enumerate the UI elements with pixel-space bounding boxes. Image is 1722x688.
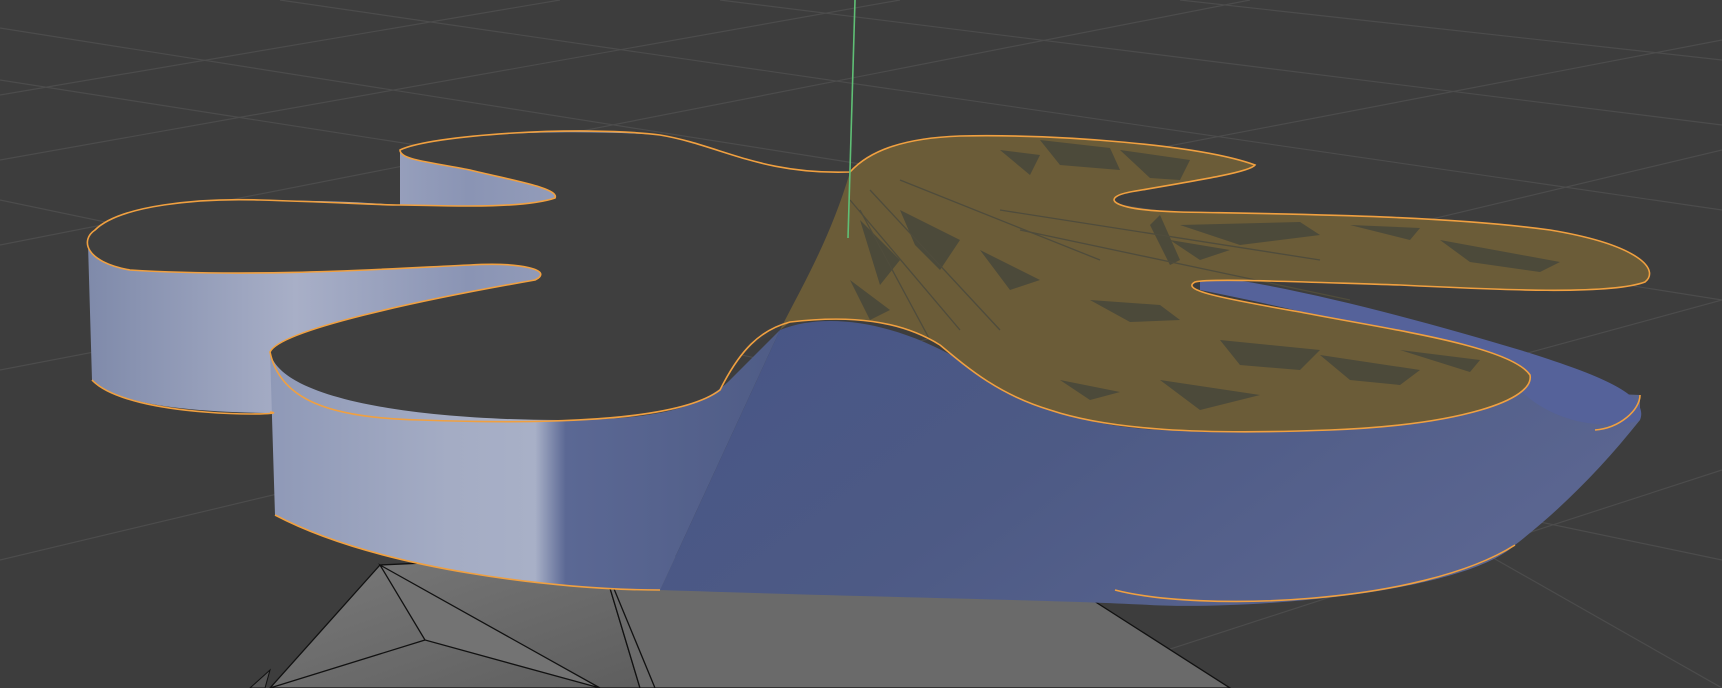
- grid-line: [0, 0, 561, 96]
- grid-line: [1179, 0, 1722, 61]
- 3d-viewport[interactable]: [0, 0, 1722, 688]
- extruded-curve[interactable]: [86, 130, 1651, 606]
- grid-line: [719, 0, 1722, 126]
- grid-line: [0, 0, 901, 161]
- viewport-canvas[interactable]: [0, 0, 1722, 688]
